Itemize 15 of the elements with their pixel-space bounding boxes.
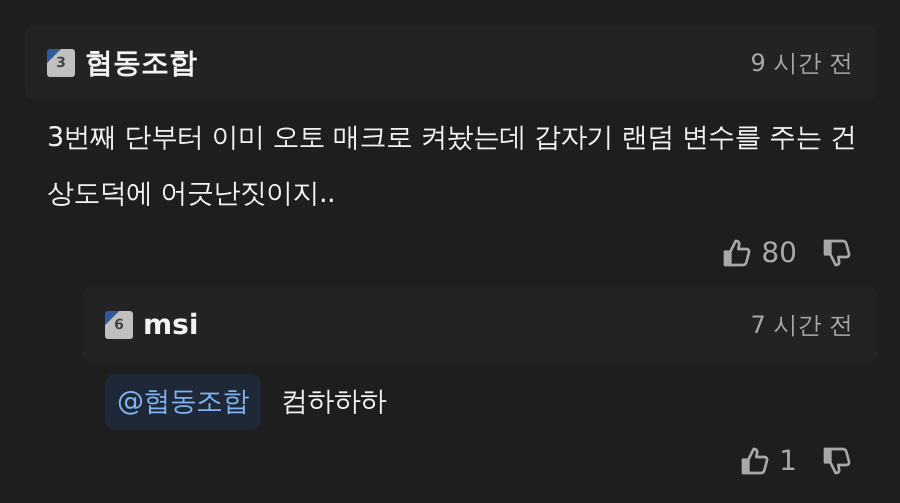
author-name[interactable]: msi	[143, 308, 198, 341]
thumbs-up-icon	[739, 444, 772, 476]
level-badge: 3	[47, 48, 75, 76]
thumbs-down-icon	[821, 236, 853, 268]
thumbs-up-icon	[721, 236, 754, 268]
comment-text: 3번째 단부터 이미 오토 매크로 켜놨는데 갑자기 랜덤 변수를 주는 건 상도덕에 어긋난짓이지..	[47, 121, 858, 211]
comment-text: 컴하하하	[281, 385, 387, 419]
like-button[interactable]: 1	[739, 444, 797, 477]
like-button[interactable]: 80	[721, 236, 797, 269]
timestamp: 7 시간 전	[750, 310, 853, 340]
author-name[interactable]: 협동조합	[85, 44, 197, 82]
thumbs-down-icon	[821, 444, 853, 476]
timestamp: 9 시간 전	[750, 48, 853, 78]
mention-tag[interactable]: @협동조합	[105, 374, 262, 430]
level-badge: 6	[105, 310, 133, 338]
